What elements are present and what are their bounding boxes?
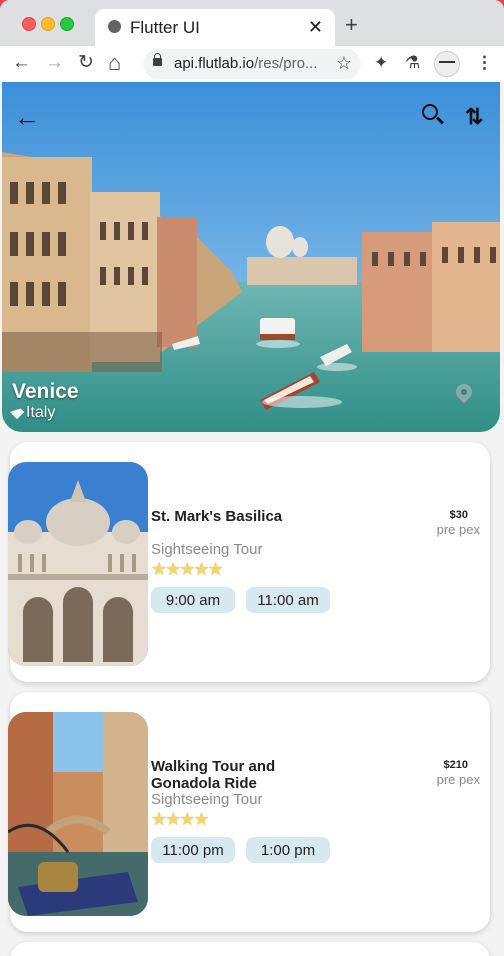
activity-price: $30	[449, 509, 468, 521]
reload-button[interactable]: ↻	[78, 50, 94, 76]
globe-icon	[108, 20, 121, 33]
tab-bar: Flutter UI ✕ +	[0, 0, 504, 46]
activity-type: Sightseeing Tour	[151, 541, 263, 558]
activity-card[interactable]: St. Mark's Basilica Sightseeing Tour ★★★…	[8, 442, 490, 682]
home-button[interactable]: ⌂	[108, 50, 121, 76]
city-title: Venice	[12, 380, 79, 403]
profile-avatar[interactable]	[434, 51, 460, 77]
back-arrow-icon[interactable]: ←	[14, 102, 40, 133]
rating-stars: ★★★★	[151, 809, 210, 829]
back-button[interactable]: ←	[12, 50, 31, 76]
browser-toolbar: ← → ↻ ⌂ api.flutlab.io/res/pro... ☆ ✦ ⚗ …	[0, 46, 504, 83]
country-name: Italy	[26, 404, 56, 421]
new-tab-button[interactable]: +	[345, 14, 358, 36]
url-text: api.flutlab.io/res/pro...	[174, 55, 317, 72]
forward-button[interactable]: →	[45, 50, 64, 76]
bookmark-star-icon[interactable]: ☆	[336, 53, 352, 74]
url-host: api.flutlab.io	[174, 55, 255, 72]
activity-price: $210	[443, 759, 468, 771]
close-window-button[interactable]	[22, 17, 36, 31]
activity-type: Sightseeing Tour	[151, 791, 263, 808]
extensions-icon[interactable]: ✦	[374, 53, 388, 73]
activity-name: Walking Tour and Gonadola Ride	[151, 758, 276, 792]
activity-image	[8, 712, 148, 916]
gondola-photo	[8, 712, 148, 916]
browser-tab[interactable]: Flutter UI ✕	[95, 9, 335, 46]
url-path: /res/pro...	[254, 55, 318, 72]
maximize-window-button[interactable]	[60, 17, 74, 31]
time-slot-button[interactable]: 11:00 pm	[151, 837, 235, 863]
minimize-window-button[interactable]	[41, 17, 55, 31]
location-arrow-icon	[9, 404, 25, 420]
labs-icon[interactable]: ⚗	[405, 53, 420, 73]
activity-image	[8, 462, 148, 666]
hero-image: ← ⇅ Venice Italy	[2, 82, 500, 432]
basilica-photo	[8, 462, 148, 666]
price-unit: pre pex	[436, 772, 480, 787]
menu-icon[interactable]: ⋮	[476, 53, 493, 73]
tab-title: Flutter UI	[130, 18, 200, 37]
address-bar[interactable]: api.flutlab.io/res/pro... ☆	[143, 49, 361, 79]
lock-icon	[153, 53, 162, 66]
time-slot-button[interactable]: 9:00 am	[151, 587, 235, 613]
rating-stars: ★★★★★	[151, 559, 224, 579]
search-icon[interactable]	[422, 104, 438, 120]
activity-name: St. Mark's Basilica	[151, 508, 283, 525]
close-tab-icon[interactable]: ✕	[308, 17, 323, 38]
price-unit: pre pex	[436, 522, 480, 537]
activity-card-partial[interactable]	[10, 942, 490, 956]
sort-icon[interactable]: ⇅	[465, 106, 483, 128]
time-slot-button[interactable]: 11:00 am	[246, 587, 330, 613]
time-slot-button[interactable]: 1:00 pm	[246, 837, 330, 863]
country-label: Italy	[9, 404, 56, 422]
browser-window: Flutter UI ✕ + ← → ↻ ⌂ api.flutlab.io/re…	[0, 0, 504, 956]
app-page: ← ⇅ Venice Italy St. Mark's Basilica Sig…	[0, 82, 504, 956]
activity-card[interactable]: Walking Tour and Gonadola Ride Sightseei…	[8, 692, 490, 932]
